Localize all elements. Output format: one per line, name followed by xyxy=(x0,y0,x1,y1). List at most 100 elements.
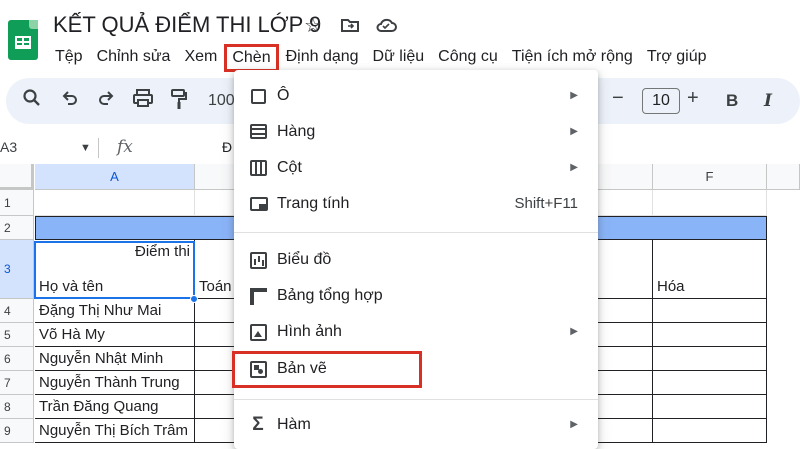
cell-b5[interactable] xyxy=(195,323,235,347)
menu-help[interactable]: Trợ giúp xyxy=(640,44,714,72)
row-header-5[interactable]: 5 xyxy=(0,323,34,347)
row-header-6[interactable]: 6 xyxy=(0,347,34,371)
row-header-9[interactable]: 9 xyxy=(0,419,34,443)
insert-menu-item-image[interactable]: Hình ảnh ▶ xyxy=(234,314,598,350)
menu-divider xyxy=(234,399,598,400)
student-name-cell[interactable]: Nguyễn Thị Bích Trâm xyxy=(35,419,195,443)
row-header-8[interactable]: 8 xyxy=(0,395,34,419)
cell-e3[interactable] xyxy=(598,240,653,299)
chevron-down-icon[interactable]: ▼ xyxy=(80,142,91,154)
cell-e6[interactable] xyxy=(598,347,653,371)
cell-e4[interactable] xyxy=(598,299,653,323)
sheets-logo-icon[interactable] xyxy=(8,20,38,60)
cell-b7[interactable] xyxy=(195,371,235,395)
cell-e5[interactable] xyxy=(598,323,653,347)
cell-b9[interactable] xyxy=(195,419,235,443)
print-icon[interactable] xyxy=(132,88,154,114)
formula-input[interactable]: Đ xyxy=(222,139,232,155)
undo-icon[interactable] xyxy=(60,88,80,114)
insert-menu-item-drawing[interactable]: Bản vẽ xyxy=(234,351,598,387)
cell-f6[interactable] xyxy=(653,347,767,371)
header-label-math: Toán xyxy=(199,278,232,295)
column-header-b[interactable] xyxy=(195,164,235,190)
menu-view[interactable]: Xem xyxy=(177,44,224,72)
menu-insert[interactable]: Chèn xyxy=(224,44,279,72)
student-name-cell[interactable]: Nguyễn Nhật Minh xyxy=(35,347,195,371)
cell-a1[interactable] xyxy=(35,190,195,216)
menu-tools[interactable]: Công cụ xyxy=(431,44,505,72)
menu-data[interactable]: Dữ liệu xyxy=(366,44,432,72)
insert-menu-item-sheet[interactable]: Trang tính Shift+F11 xyxy=(234,186,598,222)
italic-button[interactable]: I xyxy=(764,90,772,112)
move-folder-icon[interactable] xyxy=(340,15,360,40)
cell-b8[interactable] xyxy=(195,395,235,419)
menu-file[interactable]: Tệp xyxy=(48,44,90,72)
cell-b3[interactable]: Toán xyxy=(195,240,235,299)
insert-menu-item-rows[interactable]: Hàng ▶ xyxy=(234,114,598,150)
student-name-cell[interactable]: Võ Hà My xyxy=(35,323,195,347)
cell-f3[interactable]: Hóa xyxy=(653,240,767,299)
insert-menu-dropdown: Ô ▶ Hàng ▶ Cột ▶ Trang tính Shift+F11 Bi… xyxy=(232,70,598,449)
insert-menu-item-function[interactable]: Σ Hàm ▶ xyxy=(234,407,598,443)
cell-icon xyxy=(251,89,266,104)
select-all-corner[interactable] xyxy=(0,164,34,190)
decrease-font-size-button[interactable]: − xyxy=(612,87,624,109)
row-header-1[interactable]: 1 xyxy=(0,190,34,216)
student-name-cell[interactable]: Nguyễn Thành Trung xyxy=(35,371,195,395)
menu-item-label: Trang tính xyxy=(277,195,350,212)
student-name-cell[interactable]: Đặng Thị Như Mai xyxy=(35,299,195,323)
menu-edit[interactable]: Chỉnh sửa xyxy=(90,44,178,72)
cell-e8[interactable] xyxy=(598,395,653,419)
bold-button[interactable]: B xyxy=(726,90,738,112)
row-header-2[interactable]: 2 xyxy=(0,216,34,240)
cell-f1[interactable] xyxy=(653,190,767,216)
cell-b1[interactable] xyxy=(195,190,235,216)
menu-item-label: Bản vẽ xyxy=(277,360,327,377)
menu-extensions[interactable]: Tiện ích mở rộng xyxy=(505,44,640,72)
student-name-cell[interactable]: Trần Đăng Quang xyxy=(35,395,195,419)
cloud-status-icon[interactable] xyxy=(374,15,398,40)
column-header-f[interactable]: F xyxy=(653,164,767,190)
menu-item-label: Cột xyxy=(277,159,302,176)
column-header-g[interactable] xyxy=(767,164,800,190)
star-icon[interactable]: ☆ xyxy=(304,15,322,37)
column-header-e[interactable] xyxy=(598,164,653,190)
menu-item-label: Bảng tổng hợp xyxy=(277,287,383,304)
cell-e7[interactable] xyxy=(598,371,653,395)
cell-f4[interactable] xyxy=(653,299,767,323)
cell-a3[interactable]: Điểm thi Họ và tên xyxy=(35,240,195,299)
redo-icon[interactable] xyxy=(96,88,116,114)
row-header-7[interactable]: 7 xyxy=(0,371,34,395)
row-header-4[interactable]: 4 xyxy=(0,299,34,323)
menu-item-label: Ô xyxy=(277,87,290,104)
cell-f5[interactable] xyxy=(653,323,767,347)
menu-divider xyxy=(234,232,598,233)
menu-item-label: Hình ảnh xyxy=(277,323,342,340)
cell-f8[interactable] xyxy=(653,395,767,419)
column-header-a[interactable]: A xyxy=(35,164,195,190)
zoom-select[interactable]: 100 xyxy=(208,90,235,112)
cell-f7[interactable] xyxy=(653,371,767,395)
insert-menu-item-cells[interactable]: Ô ▶ xyxy=(234,78,598,114)
menu-item-label: Biểu đồ xyxy=(277,251,332,268)
insert-menu-item-columns[interactable]: Cột ▶ xyxy=(234,150,598,186)
menu-format[interactable]: Định dạng xyxy=(279,44,366,72)
fill-handle[interactable] xyxy=(190,295,198,303)
insert-menu-item-chart[interactable]: Biểu đồ xyxy=(234,242,598,278)
cell-f9[interactable] xyxy=(653,419,767,443)
cell-e1[interactable] xyxy=(598,190,653,216)
row-header-3[interactable]: 3 xyxy=(0,240,34,299)
sheet-icon xyxy=(250,197,268,211)
insert-menu-item-pivot-table[interactable]: Bảng tổng hợp xyxy=(234,278,598,314)
search-icon[interactable] xyxy=(22,88,42,114)
cell-b4[interactable] xyxy=(195,299,235,323)
submenu-arrow-icon: ▶ xyxy=(570,90,578,101)
document-title[interactable]: KẾT QUẢ ĐIỂM THI LỚP 9 xyxy=(53,12,321,38)
font-size-input[interactable]: 10 xyxy=(642,88,680,114)
name-box[interactable]: A3 xyxy=(0,139,17,155)
cell-e9[interactable] xyxy=(598,419,653,443)
menu-item-shortcut: Shift+F11 xyxy=(514,195,578,212)
increase-font-size-button[interactable]: + xyxy=(687,87,699,109)
paint-format-icon[interactable] xyxy=(170,88,188,116)
cell-b6[interactable] xyxy=(195,347,235,371)
